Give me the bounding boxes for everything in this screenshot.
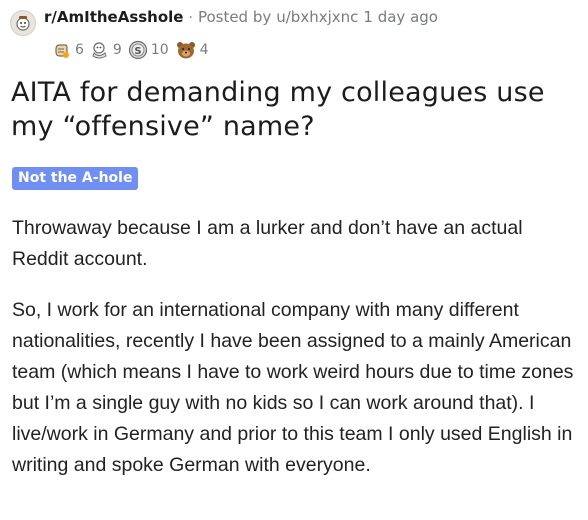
award-count: 4 [199, 42, 209, 58]
award-wholesome[interactable]: 6 [52, 40, 84, 60]
silver-award-icon: S [128, 40, 147, 60]
post-time: 1 day ago [363, 8, 438, 26]
wholesome-award-icon [55, 44, 69, 58]
post-title[interactable]: AITA for demanding my colleagues use my … [11, 76, 571, 144]
bear-award-icon [176, 42, 195, 59]
subreddit-link[interactable]: r/AmItheAsshole [44, 8, 183, 26]
hugz-award-icon [92, 42, 107, 59]
award-count: 6 [75, 42, 84, 58]
svg-text:S: S [134, 46, 141, 57]
award-hugz[interactable]: 9 [90, 40, 122, 60]
post-flair[interactable]: Not the A-hole [12, 167, 139, 190]
award-count: 9 [112, 42, 122, 58]
awards-row[interactable]: 6 9 S 10 4 [52, 40, 215, 60]
posted-by-label: Posted by [197, 8, 272, 26]
body-paragraph: Throwaway because I am a lurker and don’… [12, 217, 523, 270]
award-silver[interactable]: S 10 [128, 40, 169, 60]
post-header: r/AmItheAsshole · Posted by u/bxhxjxnc 1… [10, 8, 438, 40]
post-meta: r/AmItheAsshole · Posted by u/bxhxjxnc 1… [44, 8, 438, 27]
meta-separator: · [188, 10, 193, 26]
award-bear[interactable]: 4 [175, 40, 209, 60]
award-count: 10 [150, 42, 169, 58]
author-link[interactable]: u/bxhxjxnc [276, 8, 358, 26]
post-body: Throwaway because I am a lurker and don’… [12, 213, 578, 501]
subreddit-icon[interactable] [10, 10, 36, 36]
body-paragraph: So, I work for an international company … [12, 299, 574, 476]
